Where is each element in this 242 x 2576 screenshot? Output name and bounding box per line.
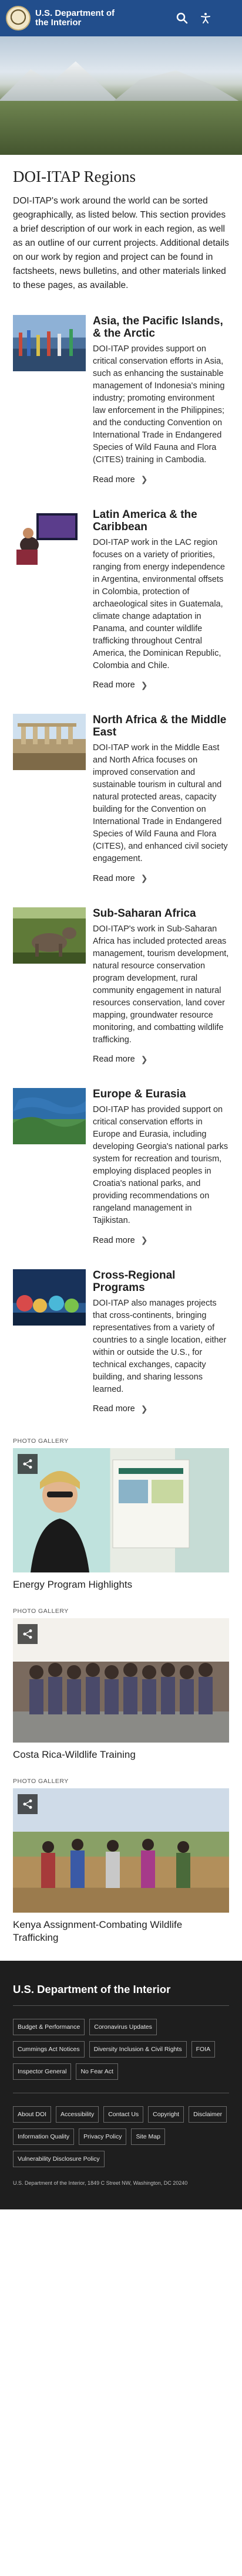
photo-gallery-costa-rica: PHOTO GALLERY Costa Rica-Wildlife Traini… bbox=[13, 1608, 229, 1761]
read-more-link[interactable]: Read more ❯ bbox=[93, 474, 147, 484]
footer-link[interactable]: Contact Us bbox=[103, 2106, 144, 2123]
region-thumbnail[interactable] bbox=[13, 714, 86, 770]
hero-image bbox=[0, 36, 242, 155]
gallery-label: PHOTO GALLERY bbox=[13, 1778, 69, 1785]
region-description: DOI-ITAP's work in Sub-Saharan Africa ha… bbox=[93, 924, 229, 1045]
footer-link[interactable]: Budget & Performance bbox=[13, 2019, 85, 2035]
region-description: DOI-ITAP work in the LAC region focuses … bbox=[93, 537, 225, 670]
footer-link[interactable]: Diversity Inclusion & Civil Rights bbox=[89, 2041, 187, 2058]
read-more-label: Read more bbox=[93, 474, 135, 484]
regions-list: Asia, the Pacific Islands, & the Arctic … bbox=[13, 315, 229, 1414]
region-body: Cross-Regional Programs DOI-ITAP also ma… bbox=[93, 1269, 229, 1415]
region-body: Europe & Eurasia DOI-ITAP has provided s… bbox=[93, 1088, 229, 1246]
share-icon bbox=[23, 1629, 32, 1639]
footer-link[interactable]: FOIA bbox=[191, 2041, 216, 2058]
region-cross-regional: Cross-Regional Programs DOI-ITAP also ma… bbox=[13, 1269, 229, 1415]
gallery-caption[interactable]: Energy Program Highlights bbox=[13, 1578, 229, 1591]
gallery-image[interactable] bbox=[13, 1448, 229, 1572]
footer-links: Budget & Performance Coronavirus Updates… bbox=[13, 2019, 229, 2080]
region-title[interactable]: Latin America & the Caribbean bbox=[93, 509, 229, 533]
gallery-label: PHOTO GALLERY bbox=[13, 1438, 69, 1445]
read-more-link[interactable]: Read more ❯ bbox=[93, 1404, 147, 1414]
region-title[interactable]: Sub-Saharan Africa bbox=[93, 907, 229, 920]
region-description: DOI-ITAP provides support on critical co… bbox=[93, 344, 225, 465]
footer-link[interactable]: Copyright bbox=[148, 2106, 184, 2123]
share-icon bbox=[23, 1459, 32, 1469]
region-body: Asia, the Pacific Islands, & the Arctic … bbox=[93, 315, 229, 485]
region-asia: Asia, the Pacific Islands, & the Arctic … bbox=[13, 315, 229, 485]
footer-link[interactable]: Site Map bbox=[131, 2128, 165, 2145]
region-body: North Africa & the Middle East DOI-ITAP … bbox=[93, 714, 229, 884]
read-more-label: Read more bbox=[93, 873, 135, 883]
region-body: Latin America & the Caribbean DOI-ITAP w… bbox=[93, 509, 229, 691]
region-europe-eurasia: Europe & Eurasia DOI-ITAP has provided s… bbox=[13, 1088, 229, 1246]
photo-gallery-energy: PHOTO GALLERY Energy Program Highlights bbox=[13, 1438, 229, 1591]
doi-seal-logo[interactable] bbox=[6, 6, 31, 30]
search-icon[interactable] bbox=[175, 11, 189, 25]
gallery-image[interactable] bbox=[13, 1788, 229, 1913]
read-more-label: Read more bbox=[93, 1235, 135, 1245]
region-thumbnail[interactable] bbox=[13, 907, 86, 964]
footer-link[interactable]: Disclaimer bbox=[189, 2106, 227, 2123]
read-more-link[interactable]: Read more ❯ bbox=[93, 680, 147, 690]
footer-link[interactable]: Coronavirus Updates bbox=[89, 2019, 157, 2035]
chevron-right-icon: ❯ bbox=[140, 1404, 148, 1414]
region-description: DOI-ITAP work in the Middle East and Nor… bbox=[93, 743, 228, 863]
region-description: DOI-ITAP has provided support on critica… bbox=[93, 1105, 228, 1225]
read-more-link[interactable]: Read more ❯ bbox=[93, 1235, 147, 1245]
read-more-link[interactable]: Read more ❯ bbox=[93, 873, 147, 883]
chevron-right-icon: ❯ bbox=[140, 680, 148, 690]
intro-paragraph: DOI-ITAP's work around the world can be … bbox=[13, 196, 229, 290]
gallery-label: PHOTO GALLERY bbox=[13, 1608, 69, 1615]
region-body: Sub-Saharan Africa DOI-ITAP's work in Su… bbox=[93, 907, 229, 1065]
region-thumbnail[interactable] bbox=[13, 315, 86, 371]
footer-link[interactable]: No Fear Act bbox=[76, 2063, 118, 2080]
region-north-africa-middle-east: North Africa & the Middle East DOI-ITAP … bbox=[13, 714, 229, 884]
gallery-image[interactable] bbox=[13, 1618, 229, 1743]
site-title[interactable]: U.S. Department of the Interior bbox=[35, 9, 129, 28]
site-header: U.S. Department of the Interior bbox=[0, 0, 242, 36]
region-thumbnail[interactable] bbox=[13, 1269, 86, 1326]
share-button[interactable] bbox=[18, 1624, 38, 1644]
read-more-label: Read more bbox=[93, 680, 135, 690]
footer-link[interactable]: Vulnerability Disclosure Policy bbox=[13, 2151, 105, 2167]
chevron-right-icon: ❯ bbox=[140, 474, 148, 484]
share-button[interactable] bbox=[18, 1454, 38, 1474]
region-thumbnail[interactable] bbox=[13, 508, 86, 565]
accessibility-icon[interactable] bbox=[199, 11, 213, 25]
footer-title[interactable]: U.S. Department of the Interior bbox=[13, 1983, 229, 2006]
gallery-caption[interactable]: Kenya Assignment-Combating Wildlife Traf… bbox=[13, 1919, 229, 1944]
region-title[interactable]: Asia, the Pacific Islands, & the Arctic bbox=[93, 315, 229, 340]
chevron-right-icon: ❯ bbox=[140, 873, 148, 883]
read-more-label: Read more bbox=[93, 1055, 135, 1064]
footer-secondary-links: About DOI Accessibility Contact Us Copyr… bbox=[13, 2106, 229, 2167]
region-sub-saharan-africa: Sub-Saharan Africa DOI-ITAP's work in Su… bbox=[13, 907, 229, 1065]
read-more-label: Read more bbox=[93, 1404, 135, 1414]
chevron-right-icon: ❯ bbox=[140, 1054, 148, 1064]
footer-link[interactable]: Cummings Act Notices bbox=[13, 2041, 85, 2058]
photo-gallery-kenya: PHOTO GALLERY Kenya Assignment-Combating… bbox=[13, 1778, 229, 1944]
footer-link[interactable]: Inspector General bbox=[13, 2063, 72, 2080]
site-footer: U.S. Department of the Interior Budget &… bbox=[0, 1961, 242, 2209]
page-title: DOI-ITAP Regions bbox=[13, 168, 136, 185]
footer-link[interactable]: Privacy Policy bbox=[79, 2128, 127, 2145]
footer-link[interactable]: Accessibility bbox=[56, 2106, 99, 2123]
region-title[interactable]: Europe & Eurasia bbox=[93, 1088, 229, 1100]
read-more-link[interactable]: Read more ❯ bbox=[93, 1055, 147, 1065]
footer-address: U.S. Department of the Interior, 1849 C … bbox=[13, 2180, 188, 2186]
chevron-right-icon: ❯ bbox=[140, 1235, 148, 1245]
region-description: DOI-ITAP also manages projects that cros… bbox=[93, 1298, 227, 1394]
region-title[interactable]: Cross-Regional Programs bbox=[93, 1269, 229, 1294]
region-title[interactable]: North Africa & the Middle East bbox=[93, 714, 229, 738]
menu-icon[interactable] bbox=[222, 11, 236, 25]
footer-link[interactable]: About DOI bbox=[13, 2106, 52, 2123]
header-actions bbox=[175, 11, 236, 25]
footer-link[interactable]: Information Quality bbox=[13, 2128, 75, 2145]
gallery-caption[interactable]: Costa Rica-Wildlife Training bbox=[13, 1748, 229, 1761]
share-icon bbox=[23, 1799, 32, 1809]
region-thumbnail[interactable] bbox=[13, 1088, 86, 1144]
region-latin-america: Latin America & the Caribbean DOI-ITAP w… bbox=[13, 508, 229, 691]
share-button[interactable] bbox=[18, 1794, 38, 1814]
